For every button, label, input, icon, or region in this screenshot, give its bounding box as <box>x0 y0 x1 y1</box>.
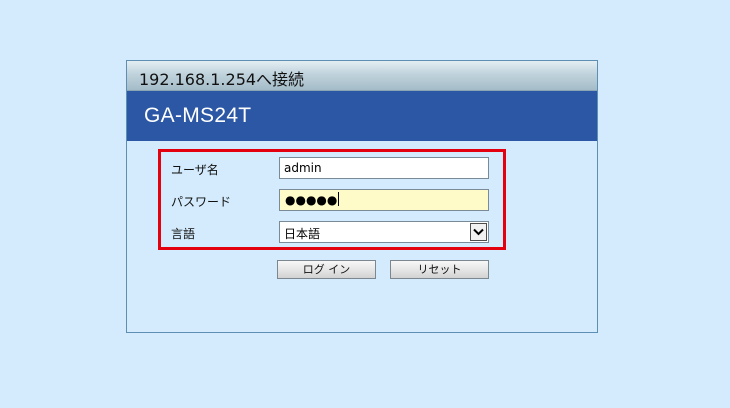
title-bar: 192.168.1.254へ接続 <box>127 61 597 91</box>
login-button[interactable]: ログ イン <box>277 260 376 279</box>
username-label: ユーザ名 <box>171 163 219 177</box>
password-label: パスワード <box>171 195 232 209</box>
password-row: パスワード ●●●●● <box>161 189 503 213</box>
chevron-down-icon <box>473 228 484 236</box>
login-dialog: 192.168.1.254へ接続 GA-MS24T ユーザ名 パスワード ●●●… <box>126 60 598 333</box>
credentials-highlight-box: ユーザ名 パスワード ●●●●● 言語 日本語 <box>158 149 506 250</box>
language-label: 言語 <box>171 227 196 241</box>
language-select[interactable]: 日本語 <box>279 221 489 243</box>
language-dropdown-button[interactable] <box>470 223 487 241</box>
product-banner: GA-MS24T <box>127 91 597 141</box>
username-input[interactable] <box>279 157 489 179</box>
language-selected-value: 日本語 <box>284 227 321 241</box>
username-row: ユーザ名 <box>161 157 503 181</box>
language-row: 言語 日本語 <box>161 221 503 245</box>
window-title: 192.168.1.254へ接続 <box>139 70 305 89</box>
reset-button[interactable]: リセット <box>390 260 489 279</box>
product-name: GA-MS24T <box>144 104 252 127</box>
password-input[interactable] <box>279 189 489 211</box>
